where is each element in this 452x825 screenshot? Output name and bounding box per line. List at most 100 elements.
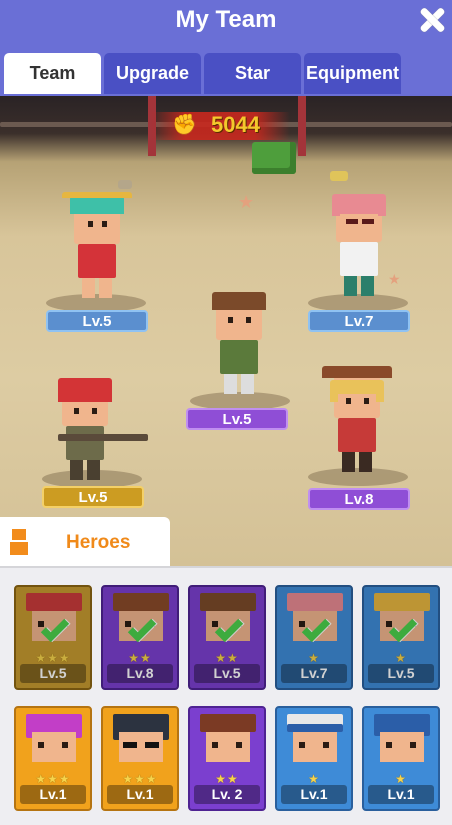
heroes-tab[interactable]: Heroes <box>0 517 170 567</box>
hero-card[interactable]: ★★ Lv.5 <box>188 585 266 690</box>
goggles-icon <box>123 742 137 748</box>
tab-team[interactable]: Team <box>4 53 101 94</box>
hero-silhouette-icon <box>10 529 28 555</box>
hero-body <box>340 242 378 276</box>
hero-eye <box>92 408 97 414</box>
team-power: 5044 <box>211 112 260 137</box>
hero-portrait-hair <box>374 593 430 611</box>
hero-eye <box>74 408 79 414</box>
hero-card[interactable]: ★★★ Lv.1 <box>14 706 92 811</box>
hero-portrait-eye <box>125 621 131 627</box>
hero-level: Lv.5 <box>368 664 434 683</box>
hero-leg <box>361 276 374 296</box>
hero-hair <box>70 196 124 214</box>
hero-level: Lv. 2 <box>194 785 260 804</box>
hero-eye <box>88 221 93 227</box>
hero-portrait-eye <box>323 742 329 748</box>
hero-portrait-eye <box>62 742 68 748</box>
page-title: My Team <box>175 6 277 33</box>
close-icon[interactable] <box>416 4 448 36</box>
star-rating: ★ <box>308 772 320 786</box>
star-rating: ★★ <box>215 651 239 665</box>
hero-body <box>78 244 116 278</box>
star-rating: ★★ <box>215 772 239 786</box>
rifle-icon <box>58 434 148 441</box>
hero-hair <box>332 194 386 216</box>
hero-eye <box>346 398 351 404</box>
star-rating: ★★★ <box>35 651 71 665</box>
hero-card[interactable]: ★★★ Lv.1 <box>101 706 179 811</box>
tab-upgrade[interactable]: Upgrade <box>104 53 201 94</box>
team-arena: ★ ★ ✊ 5044 Lv.5 Lv.7 Lv.5 Lv.5 Lv.8 <box>0 96 452 566</box>
bush-decoration <box>252 142 296 174</box>
hero-leg <box>224 374 237 394</box>
hero-bandana[interactable] <box>204 292 274 402</box>
hero-card[interactable]: ★ Lv.1 <box>275 706 353 811</box>
hero-portrait-hair <box>200 714 256 732</box>
hero-level: Lv.5 <box>20 664 86 683</box>
hero-portrait-hair <box>26 593 82 611</box>
hero-portrait-eye <box>410 742 416 748</box>
hero-card[interactable]: ★★★ Lv.5 <box>14 585 92 690</box>
hero-portrait-eye <box>38 742 44 748</box>
hero-face <box>82 216 112 240</box>
hero-level: Lv.5 <box>194 664 260 683</box>
hero-card[interactable]: ★ Lv.5 <box>362 585 440 690</box>
hero-body <box>66 426 104 460</box>
team-level-badge: Lv.8 <box>308 488 410 510</box>
rock-decoration <box>330 171 348 181</box>
hero-portrait-eye <box>386 742 392 748</box>
hero-leg <box>241 374 254 394</box>
hero-portrait-eye <box>212 742 218 748</box>
hero-card[interactable]: ★★ Lv.8 <box>101 585 179 690</box>
star-rating: ★ <box>395 651 407 665</box>
team-level-badge: Lv.7 <box>308 310 410 332</box>
tab-equipment[interactable]: Equipment <box>304 53 401 94</box>
fence-post <box>298 96 306 156</box>
star-rating: ★ <box>395 772 407 786</box>
hero-face <box>66 404 104 422</box>
cowboy-hat-icon <box>322 366 392 378</box>
sunglasses-icon <box>346 219 358 224</box>
hero-cowboy[interactable] <box>322 366 392 480</box>
hero-leg <box>359 452 372 472</box>
hero-leg <box>87 460 100 480</box>
hero-portrait-eye <box>299 742 305 748</box>
fist-icon: ✊ <box>172 114 197 136</box>
hero-body <box>220 340 258 374</box>
cap-icon <box>287 724 343 732</box>
tab-star[interactable]: Star <box>204 53 301 94</box>
hero-level: Lv.8 <box>107 664 173 683</box>
hero-card[interactable]: ★★ Lv. 2 <box>188 706 266 811</box>
hero-eye <box>102 221 107 227</box>
hero-level: Lv.1 <box>368 785 434 804</box>
team-level-badge: Lv.5 <box>186 408 288 430</box>
hero-level: Lv.1 <box>107 785 173 804</box>
hero-portrait-hair <box>287 593 343 611</box>
hero-hair <box>58 378 112 402</box>
star-rating: ★★★ <box>35 772 71 786</box>
hero-pink-hair[interactable] <box>324 194 394 304</box>
rock-decoration <box>118 180 132 189</box>
straw-hat-icon <box>62 192 132 198</box>
hero-green-hair[interactable] <box>62 192 132 306</box>
team-level-badge: Lv.5 <box>46 310 148 332</box>
hero-portrait-eye <box>236 742 242 748</box>
hero-portrait-eye <box>386 621 392 627</box>
star-rating: ★★★ <box>122 772 158 786</box>
hero-red-hair-gunner[interactable] <box>50 378 148 488</box>
hero-portrait-hair <box>113 593 169 611</box>
tab-bar: Team Upgrade Star Equipment <box>0 50 452 96</box>
hero-leg <box>342 452 355 472</box>
hero-face <box>220 312 258 336</box>
hero-level: Lv.1 <box>20 785 86 804</box>
star-rating: ★★ <box>128 651 152 665</box>
hero-face <box>340 214 378 238</box>
hero-eye <box>364 398 369 404</box>
hero-leg <box>99 278 112 298</box>
goggles-icon <box>145 742 159 748</box>
hero-hair <box>212 292 266 310</box>
hero-portrait-eye <box>38 621 44 627</box>
hero-card[interactable]: ★ Lv.1 <box>362 706 440 811</box>
hero-card[interactable]: ★ Lv.7 <box>275 585 353 690</box>
